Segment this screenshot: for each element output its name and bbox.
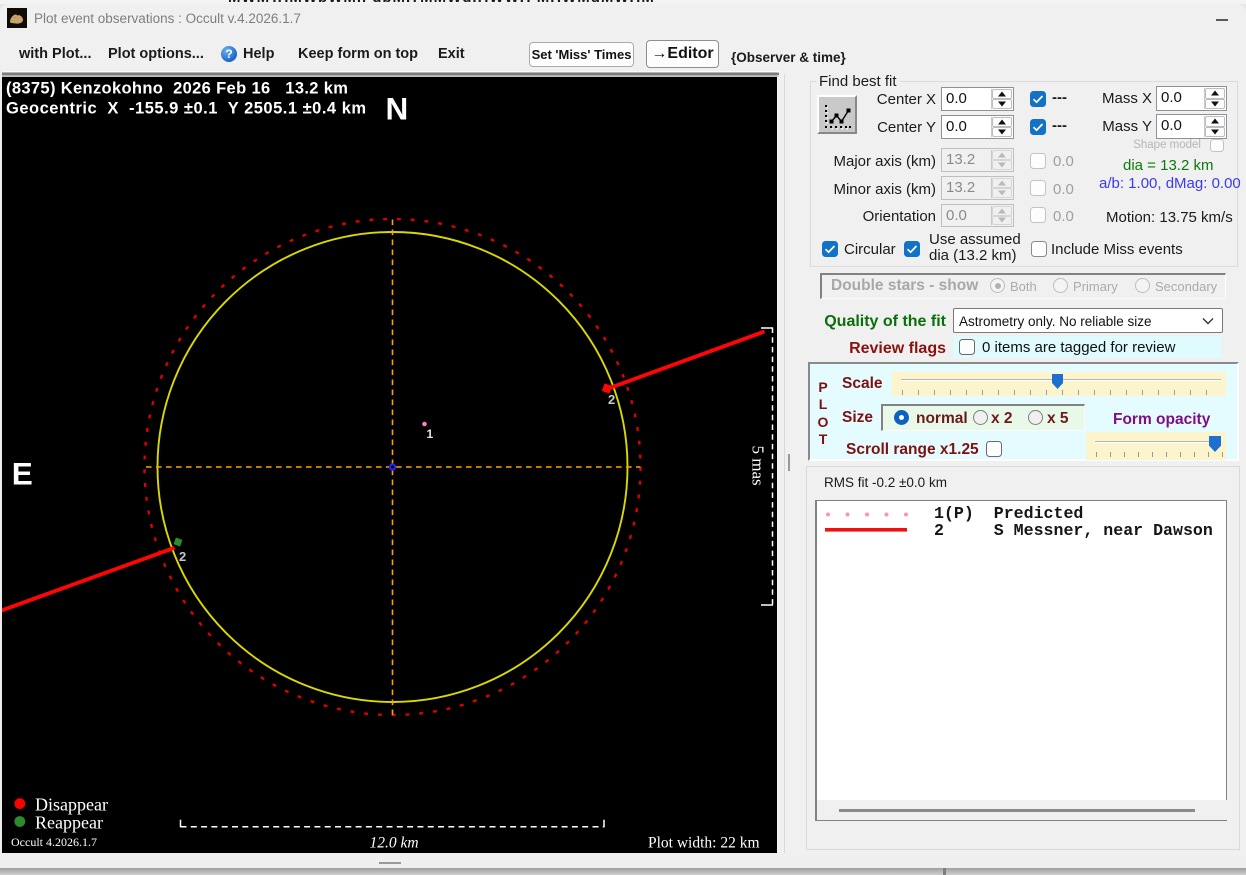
svg-text:2: 2 (179, 549, 186, 564)
svg-text:Reappear: Reappear (35, 813, 103, 833)
svg-text:(8375) Kenzokohno 2026 Feb 16: (8375) Kenzokohno 2026 Feb 16 13.2 km (6, 80, 348, 98)
svg-text:Disappear: Disappear (35, 795, 108, 815)
svg-text:Occult 4.2026.1.7: Occult 4.2026.1.7 (11, 835, 97, 849)
svg-text:2: 2 (608, 392, 615, 407)
svg-text:Geocentric X -155.9 ±0.1 Y: Geocentric X -155.9 ±0.1 Y 2505.1 ±0.4 k… (6, 100, 367, 118)
svg-text:1: 1 (427, 427, 434, 441)
svg-text:5 mas: 5 mas (749, 446, 768, 486)
svg-text:E: E (12, 455, 33, 491)
svg-text:Plot width: 22 km: Plot width: 22 km (648, 835, 760, 852)
svg-text:N: N (386, 91, 409, 127)
svg-text:12.0 km: 12.0 km (370, 835, 419, 852)
